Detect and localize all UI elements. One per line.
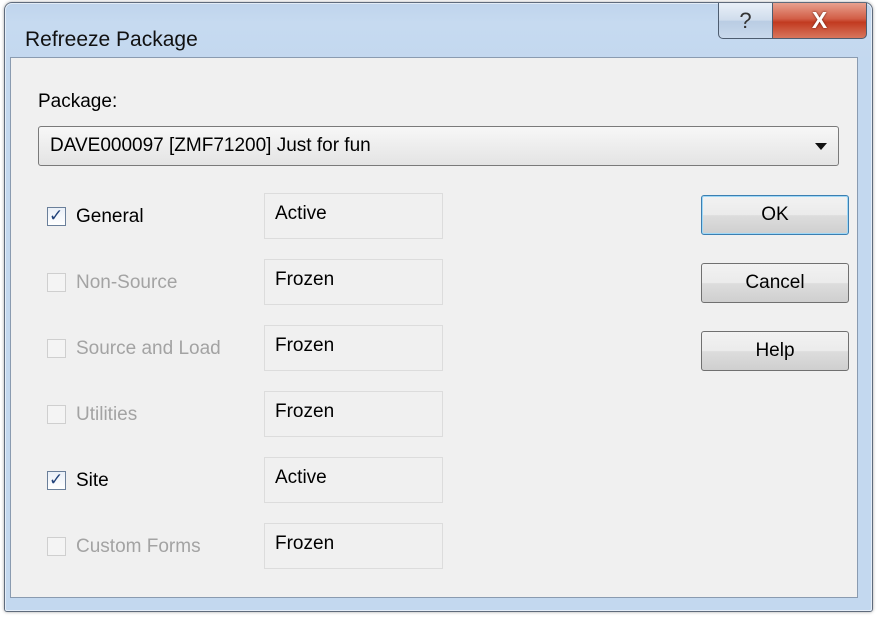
dropdown-arrow-icon[interactable] <box>815 143 827 150</box>
general-status: Active <box>264 193 443 239</box>
source-and-load-checkbox[interactable] <box>47 339 66 358</box>
custom-forms-checkbox[interactable] <box>47 537 66 556</box>
package-select-value: DAVE000097 [ZMF71200] Just for fun <box>50 135 371 156</box>
source-and-load-label: Source and Load <box>76 338 221 359</box>
utilities-label: Utilities <box>76 404 138 425</box>
checkmark-icon: ✓ <box>49 470 64 489</box>
ok-button[interactable]: OK <box>701 195 849 235</box>
package-label: Package: <box>38 91 118 112</box>
cancel-button[interactable]: Cancel <box>701 263 849 303</box>
non-source-status: Frozen <box>264 259 443 305</box>
source-and-load-status: Frozen <box>264 325 443 371</box>
dialog-title: Refreeze Package <box>25 28 198 51</box>
close-icon: X <box>811 7 828 33</box>
package-select[interactable]: DAVE000097 [ZMF71200] Just for fun <box>38 126 839 166</box>
utilities-checkbox[interactable] <box>47 405 66 424</box>
utilities-status: Frozen <box>264 391 443 437</box>
site-checkbox[interactable]: ✓ <box>47 470 66 490</box>
site-label: Site <box>76 470 109 491</box>
site-status: Active <box>264 457 443 503</box>
general-checkbox[interactable]: ✓ <box>47 206 66 226</box>
checkmark-icon: ✓ <box>49 206 64 225</box>
custom-forms-status: Frozen <box>264 523 443 569</box>
custom-forms-label: Custom Forms <box>76 536 201 557</box>
close-caption-button[interactable]: X <box>772 3 867 39</box>
non-source-label: Non-Source <box>76 272 178 293</box>
help-caption-button[interactable]: ? <box>718 3 773 39</box>
help-button[interactable]: Help <box>701 331 849 371</box>
non-source-checkbox[interactable] <box>47 273 66 292</box>
general-label: General <box>76 206 144 227</box>
question-mark-icon: ? <box>739 7 752 33</box>
